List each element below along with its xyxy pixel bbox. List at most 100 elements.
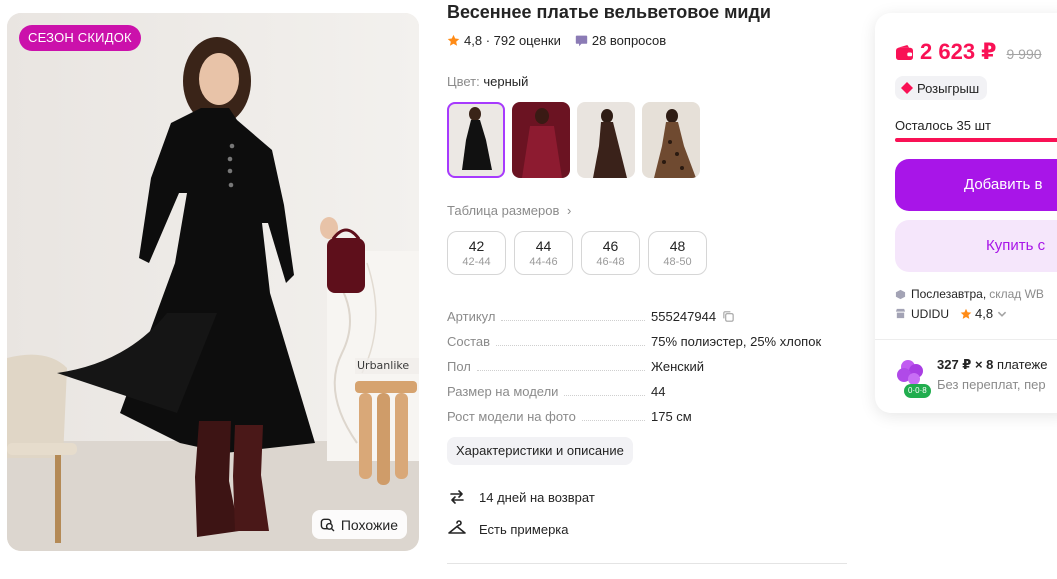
raffle-label: Розыгрыш (917, 80, 980, 96)
article-number: 555247944 (651, 309, 717, 324)
delivery-date: Послезавтра, (911, 287, 987, 301)
size-alt: 48-50 (663, 256, 692, 268)
chevron-down-icon (997, 311, 1007, 317)
spec-dots (564, 387, 645, 396)
return-label: 14 дней на возврат (479, 489, 595, 505)
questions-count[interactable]: 28 вопросов (592, 33, 666, 48)
chevron-right-icon: › (567, 203, 572, 218)
color-label-value: черный (483, 74, 529, 89)
spec-value: 175 см (651, 409, 692, 424)
seller-rating-value: 4,8 (975, 306, 994, 321)
wallet-icon (896, 44, 913, 60)
product-specs: Артикул 555247944 Состав 75% полиэстер, … (447, 304, 847, 429)
swatch-brown-image (577, 102, 635, 178)
installment-amount: 327 ₽ × 8 (937, 357, 994, 372)
size-alt: 46-48 (596, 256, 625, 268)
size-table-link[interactable]: Таблица размеров › (447, 203, 571, 218)
spec-value: 75% полиэстер, 25% хлопок (651, 334, 822, 349)
current-price: 2 623 ₽ (920, 39, 997, 64)
spec-row: Состав 75% полиэстер, 25% хлопок (447, 329, 847, 354)
raffle-badge[interactable]: Розыгрыш (895, 76, 988, 100)
question-bubble-icon (575, 35, 588, 47)
rating-row[interactable]: 4,8 · 792 оценки 28 вопросов (447, 33, 666, 48)
rating-separator: · (482, 33, 494, 48)
spec-key-label: Рост модели на фото (447, 409, 576, 424)
fitting-label: Есть примерка (479, 521, 569, 537)
size-ru: 48 (669, 238, 686, 254)
similar-button-label: Похожие (340, 516, 398, 533)
swatch-leopard[interactable] (642, 102, 700, 178)
card-divider (875, 339, 1057, 340)
stock-progress (895, 138, 1057, 142)
spec-key-label: Артикул (447, 309, 496, 324)
copy-icon[interactable] (722, 310, 735, 323)
spec-key: Артикул (447, 309, 651, 324)
spec-key-label: Пол (447, 359, 471, 374)
divider (447, 563, 847, 564)
size-option[interactable]: 42 42-44 (447, 231, 506, 275)
spec-key-label: Состав (447, 334, 491, 349)
spec-dots (581, 412, 645, 421)
size-ru: 42 (468, 238, 485, 254)
swatch-burgundy-image (512, 102, 570, 178)
spec-row: Рост модели на фото 175 см (447, 404, 847, 429)
similar-search-icon (320, 518, 335, 532)
stock-left-label: Осталось 35 шт (895, 118, 991, 133)
old-price: 9 990 (1006, 46, 1042, 62)
spec-row: Пол Женский (447, 354, 847, 379)
stock-progress-fill (895, 138, 1057, 142)
spec-dots (476, 362, 645, 371)
swatch-brown[interactable] (577, 102, 635, 178)
installment-offer[interactable]: 327 ₽ × 8 платеже (937, 357, 1047, 373)
product-title: Весеннее платье вельветовое миди (447, 2, 771, 22)
spec-key: Пол (447, 359, 651, 374)
return-arrows-icon (450, 490, 464, 504)
swatch-black[interactable] (447, 102, 505, 178)
seller-info[interactable]: UDIDU 4,8 (895, 306, 1011, 321)
description-button[interactable]: Характеристики и описание (447, 437, 633, 465)
rating-value: 4,8 (464, 33, 483, 48)
spec-key: Размер на модели (447, 384, 651, 399)
size-option[interactable]: 46 46-48 (581, 231, 640, 275)
spec-key: Рост модели на фото (447, 409, 651, 424)
product-photo[interactable]: СЕЗОН СКИДОК Urbanlike Похожие (7, 13, 419, 551)
color-label-key: Цвет: (447, 74, 480, 89)
spec-key: Состав (447, 334, 651, 349)
swatch-black-image (447, 102, 505, 178)
fitting-info: Есть примерка (447, 519, 569, 539)
spec-row: Размер на модели 44 (447, 379, 847, 404)
spec-dots (496, 337, 645, 346)
size-table-label: Таблица размеров (447, 203, 560, 218)
raffle-diamond-icon (901, 82, 913, 94)
spec-value: Женский (651, 359, 704, 374)
delivery-info: Послезавтра, склад WB (895, 287, 1044, 301)
hanger-icon (448, 520, 466, 534)
box-icon (895, 289, 906, 299)
price-row: 2 623 ₽ 9 990 (895, 39, 1042, 65)
seller-rating: 4,8 (960, 306, 1011, 321)
spec-value: 44 (651, 384, 666, 399)
color-swatches (447, 102, 700, 178)
spec-value: 555247944 (651, 309, 735, 324)
buy-now-button[interactable]: Купить с (895, 220, 1057, 272)
similar-button[interactable]: Похожие (311, 510, 407, 539)
size-alt: 44-46 (529, 256, 558, 268)
size-options: 42 42-44 44 44-46 46 46-48 48 48-50 (447, 231, 707, 275)
installment-suffix: платеже (997, 357, 1048, 372)
size-option[interactable]: 48 48-50 (648, 231, 707, 275)
seller-star-icon (960, 308, 972, 319)
return-info: 14 дней на возврат (447, 487, 595, 507)
swatch-leopard-image (642, 102, 700, 178)
installment-note: Без переплат, пер (937, 377, 1046, 392)
seller-name: UDIDU (911, 306, 949, 321)
add-to-cart-button[interactable]: Добавить в (895, 159, 1057, 211)
size-ru: 44 (535, 238, 552, 254)
size-alt: 42-44 (462, 256, 491, 268)
buy-card: 2 623 ₽ 9 990 Розыгрыш Осталось 35 шт До… (875, 13, 1057, 413)
reviews-count[interactable]: 792 оценки (494, 33, 561, 48)
brand-watermark: Urbanlike (357, 359, 410, 372)
shop-icon (895, 308, 906, 319)
swatch-burgundy[interactable] (512, 102, 570, 178)
installment-badge: 0·0·8 (904, 384, 931, 398)
size-option[interactable]: 44 44-46 (514, 231, 573, 275)
